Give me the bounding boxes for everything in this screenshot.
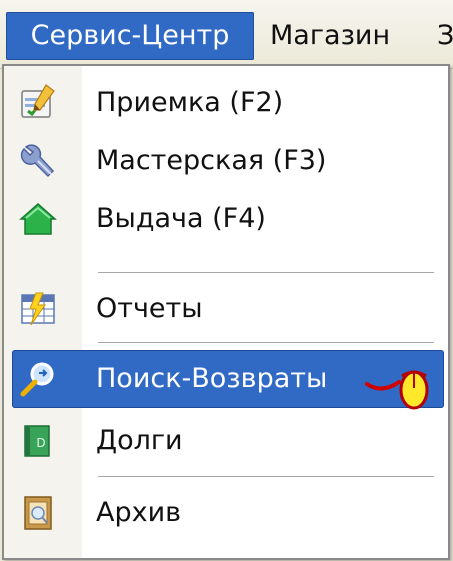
mouse-pointer-icon: [365, 370, 429, 410]
archive-icon: [24, 496, 52, 530]
menu-separator: [98, 342, 434, 344]
menu-shop[interactable]: Магазин: [270, 12, 390, 60]
home-icon: [19, 202, 57, 235]
menu-service-center[interactable]: Сервис-Центр: [6, 12, 254, 60]
edit-form-icon: [21, 84, 55, 118]
report-icon: [21, 292, 55, 326]
menu-item-reports[interactable]: Отчеты: [4, 280, 448, 338]
svg-text:D: D: [36, 436, 45, 450]
menu-item-label: Мастерская (F3): [96, 145, 327, 176]
menu-item-archive[interactable]: Архив: [4, 484, 448, 542]
menu-next-truncated[interactable]: З: [437, 12, 453, 60]
service-center-dropdown: Приемка (F2) Мастерская (F3) Выдача (F4)…: [2, 64, 450, 560]
menu-item-label: Долги: [96, 425, 183, 456]
wrench-icon: [20, 144, 55, 178]
menu-item-issue[interactable]: Выдача (F4): [4, 190, 448, 248]
book-icon: D: [24, 425, 50, 457]
menu-item-label: Выдача (F4): [96, 203, 266, 234]
menu-item-debts[interactable]: D Долги: [4, 412, 448, 470]
menu-item-label: Поиск-Возвраты: [96, 363, 328, 394]
menu-item-label: Приемка (F2): [96, 87, 284, 118]
menu-separator: [98, 272, 434, 274]
menu-bar: Сервис-Центр Магазин З: [0, 0, 453, 69]
search-icon: [20, 362, 54, 397]
menu-item-workshop[interactable]: Мастерская (F3): [4, 132, 448, 190]
menu-item-label: Архив: [96, 497, 182, 528]
menu-separator: [98, 476, 434, 478]
menu-item-label: Отчеты: [96, 293, 203, 324]
menu-item-reception[interactable]: Приемка (F2): [4, 74, 448, 132]
